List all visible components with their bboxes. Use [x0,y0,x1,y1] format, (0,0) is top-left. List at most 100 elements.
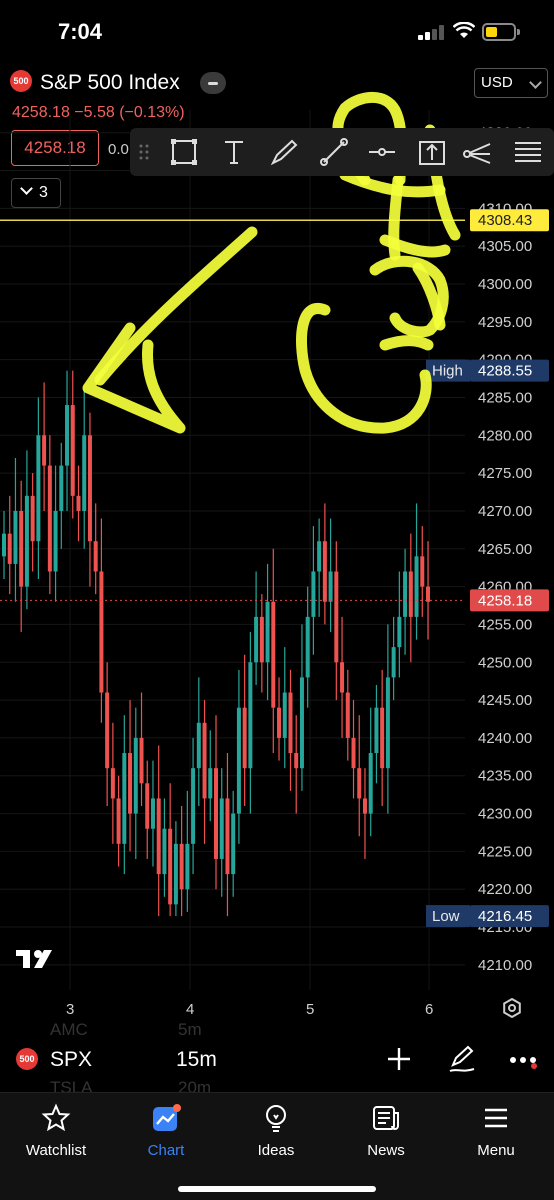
horizontal-line-icon[interactable] [366,136,398,168]
price-tag-value: 4258.18 [478,592,532,609]
fib-icon[interactable] [512,136,544,168]
y-tick-label: 4250.00 [478,654,532,671]
candle-body [374,707,379,754]
candle-body [145,783,150,829]
symbol-selector[interactable]: SPX [50,1048,92,1072]
chart-icon [153,1104,181,1131]
candle-body [259,616,264,663]
candle-body [305,616,310,678]
candle-body [236,707,241,814]
candle-body [403,571,408,617]
tab-menu[interactable]: Menu [446,1103,546,1159]
candle-body [282,692,287,738]
tab-watchlist[interactable]: Watchlist [6,1103,106,1159]
pitchfork-icon[interactable] [462,136,494,168]
candle-body [299,677,304,769]
price-tag-value: 4288.55 [478,363,532,380]
candle-body [156,798,161,875]
candle-body [414,556,419,617]
candle-body [334,571,339,663]
y-tick-label: 4255.00 [478,616,532,633]
brush-icon[interactable] [268,136,300,168]
tab-label: Watchlist [25,1142,87,1159]
candle-body [162,828,167,875]
candle-body [397,616,402,648]
y-tick-label: 4300.00 [478,276,532,293]
candle-body [254,616,259,663]
bulb-icon [266,1105,286,1132]
y-tick-label: 4270.00 [478,503,532,520]
candle-body [53,510,58,572]
y-tick-label: 4240.00 [478,730,532,747]
x-tick-label: 4 [186,1001,194,1018]
candle-body [322,541,327,602]
candle-body [317,541,322,572]
candle-body [351,737,356,769]
tab-label: Chart [147,1142,185,1159]
candle-body [277,707,282,738]
text-icon[interactable] [218,136,250,168]
tab-chart[interactable]: Chart [116,1103,216,1159]
candle-body [214,768,218,859]
candle-body [13,510,18,564]
y-tick-label: 4225.00 [478,843,532,860]
cellular-signal-icon [418,24,446,40]
drag-handle-icon[interactable] [138,136,152,168]
candle-body [105,692,110,769]
settings-icon [503,997,521,1019]
tab-label: News [367,1142,405,1159]
draw-pen-icon[interactable] [448,1044,476,1074]
candle-body [340,662,345,693]
tab-news[interactable]: News [336,1103,436,1159]
price-chart[interactable]: 4320.004315.004310.004305.004300.004295.… [0,60,554,1040]
candle-body [225,798,230,875]
candle-body [368,753,373,814]
candle-body [7,533,12,564]
y-tick-label: 4210.00 [478,957,532,974]
candle-body [242,707,247,769]
price-tag-value: 4216.45 [478,908,532,925]
candle-body [391,647,396,678]
candle-body [30,495,35,542]
y-tick-label: 4285.00 [478,389,532,406]
candle-body [65,405,70,466]
candle-body [271,601,276,708]
interval-selector[interactable]: 15m [176,1048,217,1072]
tab-label: Menu [477,1142,515,1159]
candle-body [380,707,385,769]
candle-body [202,722,207,799]
candle-body [191,768,196,844]
y-tick-label: 4235.00 [478,768,532,785]
drawing-toolbar [130,128,554,176]
long-position-icon[interactable] [416,136,448,168]
candle-body [265,601,270,663]
tab-bar: Watchlist Chart Ideas News Menu [0,1092,554,1200]
menu-icon [485,1108,507,1128]
trendline-icon[interactable] [318,136,350,168]
ghost-symbol: AMC [50,1020,88,1039]
battery-icon [482,23,520,41]
candle-body [168,828,173,905]
status-bar: 7:04 [0,0,554,62]
highlighter-letter-stroke [379,335,434,351]
candle-body [196,722,201,769]
candle-body [47,465,52,572]
candle-body [385,677,390,769]
add-icon[interactable] [386,1046,412,1072]
y-tick-label: 4245.00 [478,692,532,709]
candle-body [122,753,127,844]
y-tick-label: 4220.00 [478,881,532,898]
candle-body [82,435,87,511]
candle-body [408,571,413,617]
candle-body [36,435,41,542]
candle-body [93,541,98,572]
tab-ideas[interactable]: Ideas [226,1103,326,1159]
more-icon[interactable] [508,1050,538,1070]
candle-body [150,798,155,829]
y-tick-label: 4305.00 [478,238,532,255]
candle-body [248,662,253,769]
home-indicator [178,1186,376,1192]
price-tag-value: 4308.43 [478,212,532,229]
candle-body [116,798,121,844]
rectangle-icon[interactable] [168,136,200,168]
